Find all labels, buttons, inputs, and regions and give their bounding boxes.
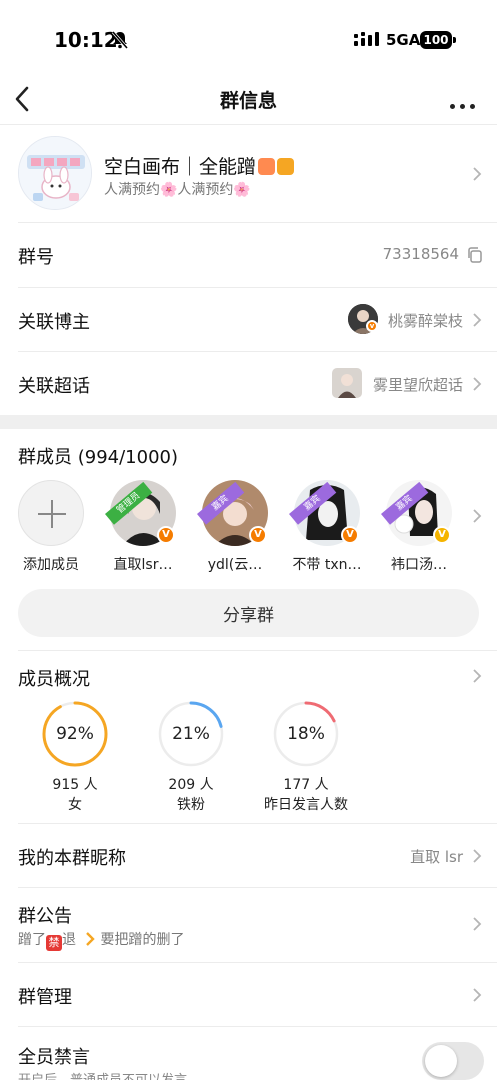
share-group-button[interactable]: 分享群 <box>18 589 479 637</box>
verified-badge-icon: V <box>157 526 175 544</box>
stat-percent: 21% <box>172 724 210 744</box>
page-title: 群信息 <box>219 90 277 112</box>
linked-supertopic-row[interactable]: 关联超话 雾里望欣超话 <box>0 352 497 416</box>
section-separator <box>0 415 497 429</box>
group-avatar-illustration <box>19 137 91 209</box>
linked-blogger-value: 桃雾醉棠枝 <box>387 312 463 330</box>
divider <box>18 650 497 651</box>
chevron-right-icon <box>473 167 482 181</box>
signal-icon <box>354 32 379 46</box>
stat-label: 女 <box>68 797 82 813</box>
mute-all-toggle[interactable] <box>422 1042 484 1080</box>
group-header[interactable]: 空白画布｜全能蹭 人满预约🌸人满预约🌸 <box>0 126 497 222</box>
more-icon[interactable] <box>450 94 480 109</box>
group-name: 空白画布｜全能蹭 <box>104 152 295 179</box>
add-member-button[interactable]: 添加成员 <box>11 478 91 578</box>
group-id-label: 群号 <box>18 247 54 268</box>
linked-blogger-row[interactable]: 关联博主 v 桃雾醉棠枝 <box>0 288 497 352</box>
group-manage-row[interactable]: 群管理 <box>0 963 497 1027</box>
nav-bar: 群信息 <box>0 76 497 124</box>
group-notice-label: 群公告 <box>18 906 72 927</box>
verified-badge-icon: V <box>341 526 359 544</box>
group-manage-label: 群管理 <box>18 987 72 1008</box>
verified-badge-icon: v <box>366 320 378 332</box>
chevron-right-icon <box>473 313 482 327</box>
status-bar: 10:12 5GA 100 <box>0 0 497 80</box>
stat-female: 92% 915 人 女 <box>15 700 135 820</box>
chevron-right-icon[interactable] <box>472 668 482 684</box>
group-avatar <box>18 136 92 210</box>
stat-label: 昨日发言人数 <box>264 797 348 813</box>
member-item[interactable]: 嘉宾 V 不带 txn… <box>287 478 367 578</box>
member-item[interactable]: 管理员 V 直取lsr… <box>103 478 183 578</box>
stat-count: 177 人 <box>283 777 329 793</box>
supertopic-thumbnail <box>332 368 362 398</box>
member-item[interactable]: 嘉宾 V ydl(云… <box>195 478 275 578</box>
member-name: 不带 txn… <box>292 557 362 573</box>
nickname-label: 我的本群昵称 <box>18 848 126 869</box>
toggle-knob <box>425 1045 457 1077</box>
group-id-value: 73318564 <box>382 245 459 263</box>
mute-all-hint: 开启后，普通成员不可以发言 <box>18 1069 187 1080</box>
battery-tip <box>453 37 456 43</box>
verified-badge-icon: V <box>433 526 451 544</box>
linked-supertopic-value: 雾里望欣超话 <box>372 376 463 394</box>
stat-percent: 18% <box>287 724 325 744</box>
chevron-right-icon <box>473 377 482 391</box>
group-notice-preview: 蹭了禁退 要把蹭的删了 <box>18 932 185 951</box>
divider <box>0 124 497 125</box>
plus-icon <box>38 500 66 528</box>
status-time: 10:12 <box>54 28 118 52</box>
chevron-emoji-icon <box>86 932 96 946</box>
stat-count: 915 人 <box>52 777 98 793</box>
nickname-row[interactable]: 我的本群昵称 直取 lsr <box>0 824 497 888</box>
group-subtitle: 人满预约🌸人满预约🌸 <box>104 182 251 198</box>
member-name: ydl(云… <box>207 557 263 573</box>
add-member-circle <box>18 480 84 546</box>
copy-icon[interactable] <box>466 246 484 264</box>
stat-active-yesterday: 18% 177 人 昨日发言人数 <box>246 700 366 820</box>
vip-badge-icon <box>277 158 295 175</box>
nickname-value: 直取 lsr <box>410 848 463 866</box>
chevron-right-icon <box>473 917 482 931</box>
member-name: 袆口汤… <box>391 557 447 573</box>
mute-all-label: 全员禁言 <box>18 1047 90 1068</box>
stat-iron-fans: 21% 209 人 铁粉 <box>131 700 251 820</box>
members-title[interactable]: 群成员 (994/1000) <box>18 443 178 469</box>
group-id-row[interactable]: 群号 73318564 <box>0 223 497 287</box>
chevron-right-icon[interactable] <box>472 508 482 524</box>
member-name: 直取lsr… <box>113 557 173 573</box>
overview-title[interactable]: 成员概况 <box>18 665 90 691</box>
ban-emoji-icon: 禁 <box>46 935 62 951</box>
member-item[interactable]: 嘉宾 V 袆口汤… <box>379 478 459 578</box>
linked-blogger-label: 关联博主 <box>18 312 90 333</box>
stat-count: 209 人 <box>168 777 214 793</box>
linked-supertopic-label: 关联超话 <box>18 376 90 397</box>
network-type: 5GA <box>386 31 421 49</box>
stat-percent: 92% <box>56 724 94 744</box>
battery-indicator: 100 <box>420 31 452 49</box>
add-member-label: 添加成员 <box>23 557 79 573</box>
bell-muted-icon <box>111 31 129 49</box>
verified-badge-icon: V <box>249 526 267 544</box>
chevron-right-icon <box>473 988 482 1002</box>
diamond-badge-icon <box>258 158 276 175</box>
stat-label: 铁粉 <box>177 797 205 813</box>
chevron-right-icon <box>473 849 482 863</box>
